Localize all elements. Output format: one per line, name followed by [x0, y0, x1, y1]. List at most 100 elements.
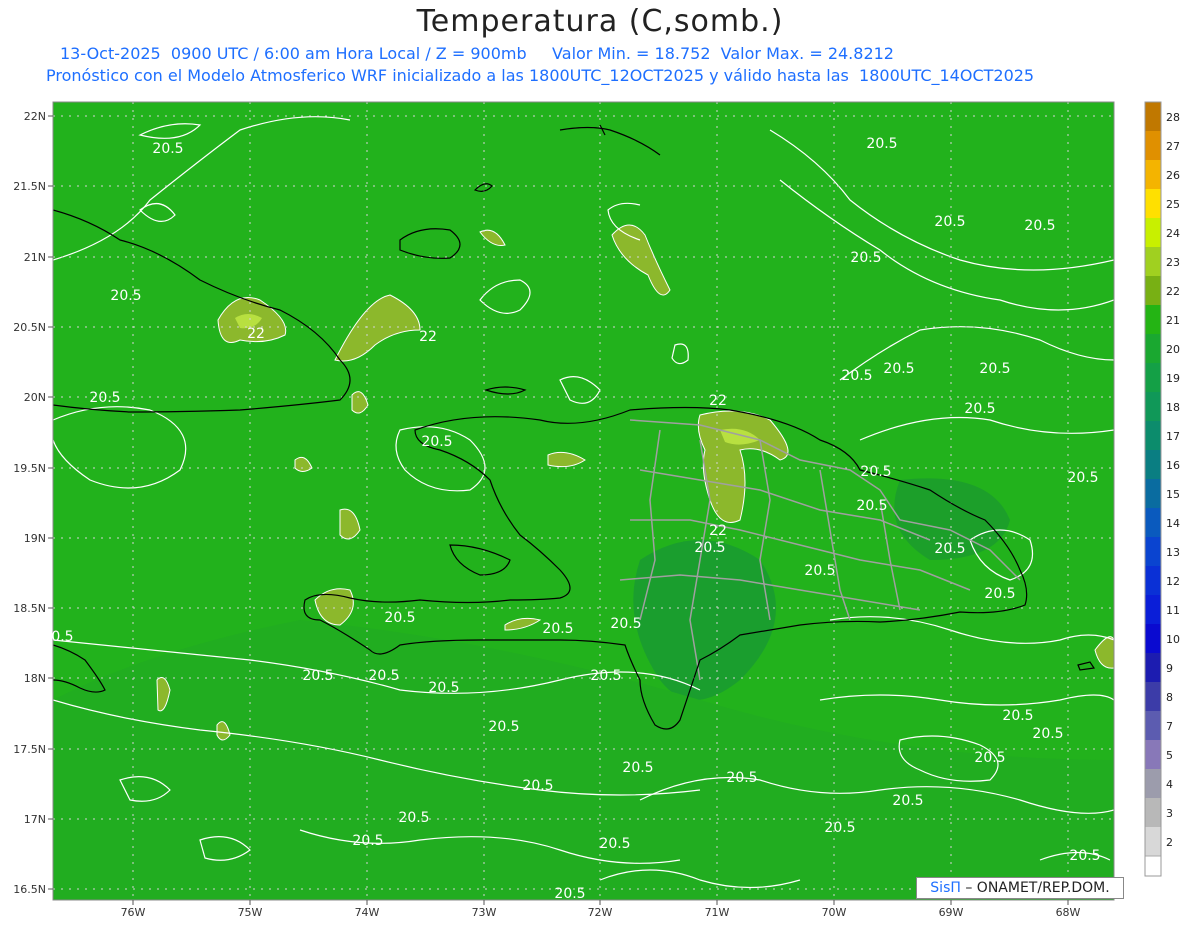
- colorbar-swatch: [1145, 479, 1161, 508]
- contour-label: 20.5: [488, 719, 519, 735]
- longitude-axis: 76W 75W 74W 73W 72W 71W 70W 69W 68W: [121, 900, 1081, 919]
- contour-label: 22: [419, 329, 437, 345]
- colorbar-swatch: [1145, 508, 1161, 537]
- contour-label: 20.5: [610, 616, 641, 632]
- colorbar-swatch: [1144, 855, 1162, 877]
- colorbar-level-label: 15: [1166, 488, 1180, 501]
- contour-label: 20.5: [421, 434, 452, 450]
- lat-tick-label: 17.5N: [13, 743, 46, 756]
- lat-tick-label: 19.5N: [13, 462, 46, 475]
- colorbar-swatch: [1145, 392, 1161, 421]
- credit-text: – ONAMET/REP.DOM.: [960, 880, 1110, 896]
- contour-label: 20.5: [89, 390, 120, 406]
- contour-label: 20.5: [841, 368, 872, 384]
- colorbar-swatch: [1145, 624, 1161, 653]
- colorbar-swatch: [1145, 682, 1161, 711]
- colorbar-swatch: [1145, 305, 1161, 334]
- contour-label: 20.5: [974, 750, 1005, 766]
- lon-tick-label: 72W: [588, 906, 613, 919]
- colorbar-level-label: 7: [1166, 720, 1173, 733]
- contour-label: 20.5: [398, 810, 429, 826]
- colorbar-swatch: [1145, 247, 1161, 276]
- lat-tick-label: 21.5N: [13, 180, 46, 193]
- colorbar-swatch: [1145, 334, 1161, 363]
- colorbar-level-label: 9: [1166, 662, 1173, 675]
- colorbar-level-label: 5: [1166, 749, 1173, 762]
- contour-label: 20.5: [368, 668, 399, 684]
- colorbar-level-label: 8: [1166, 691, 1173, 704]
- colorbar-swatch: [1145, 131, 1161, 160]
- contour-label: 22: [709, 393, 727, 409]
- contour-label: 20.5: [590, 668, 621, 684]
- contour-label: 20.5: [726, 770, 757, 786]
- colorbar-level-label: 19: [1166, 372, 1180, 385]
- contour-label: 20.5: [352, 833, 383, 849]
- colorbar-swatch: [1145, 421, 1161, 450]
- contour-label: 20.5: [934, 541, 965, 557]
- lat-tick-label: 20N: [24, 391, 46, 404]
- colorbar-level-label: 21: [1166, 314, 1180, 327]
- contour-label: 20.5: [542, 621, 573, 637]
- contour-label: 20.5: [883, 361, 914, 377]
- contour-label: 20.5: [694, 540, 725, 556]
- lon-tick-label: 70W: [822, 906, 847, 919]
- colorbar-swatch: [1145, 711, 1161, 740]
- colorbar-level-label: 22: [1166, 285, 1180, 298]
- colorbar-level-label: 10: [1166, 633, 1180, 646]
- colorbar-swatch: [1145, 160, 1161, 189]
- lat-tick-label: 18N: [24, 672, 46, 685]
- contour-label: 20.5: [110, 288, 141, 304]
- colorbar-level-label: 24: [1166, 227, 1180, 240]
- colorbar-level-label: 27: [1166, 140, 1180, 153]
- contour-label: 20.5: [554, 886, 585, 902]
- colorbar-swatch: [1145, 276, 1161, 305]
- colorbar-swatch: [1145, 450, 1161, 479]
- colorbar-swatch: [1145, 740, 1161, 769]
- lon-tick-label: 76W: [121, 906, 146, 919]
- colorbar-swatch: [1145, 218, 1161, 247]
- lat-tick-label: 22N: [24, 110, 46, 123]
- colorbar-level-label: 13: [1166, 546, 1180, 559]
- contour-label: 20.5: [1002, 708, 1033, 724]
- credit-brand: SisΠ: [930, 880, 961, 896]
- colorbar-swatch: [1145, 798, 1161, 827]
- contour-label: 20.5: [934, 214, 965, 230]
- lat-tick-label: 18.5N: [13, 602, 46, 615]
- lon-tick-label: 73W: [472, 906, 497, 919]
- colorbar-level-label: 23: [1166, 256, 1180, 269]
- colorbar-swatch: [1145, 537, 1161, 566]
- contour-label: 20.5: [599, 836, 630, 852]
- contour-label: 20.5: [984, 586, 1015, 602]
- colorbar-swatch: [1145, 363, 1161, 392]
- colorbar-level-label: 11: [1166, 604, 1180, 617]
- colorbar-level-label: 4: [1166, 778, 1173, 791]
- colorbar-level-label: 28: [1166, 111, 1180, 124]
- lon-tick-label: 69W: [939, 906, 964, 919]
- lon-tick-label: 68W: [1056, 906, 1081, 919]
- contour-label: 20.5: [522, 778, 553, 794]
- colorbar-level-label: 20: [1166, 343, 1180, 356]
- colorbar-level-label: 17: [1166, 430, 1180, 443]
- lon-tick-label: 75W: [238, 906, 263, 919]
- contour-label: 20.5: [892, 793, 923, 809]
- colorbar-level-label: 16: [1166, 459, 1180, 472]
- colorbar-level-label: 3: [1166, 807, 1173, 820]
- latitude-axis: 22N 21.5N 21N 20.5N 20N 19.5N 19N 18.5N 18N 17.5N…: [13, 110, 53, 896]
- lat-tick-label: 17N: [24, 813, 46, 826]
- lat-tick-label: 19N: [24, 532, 46, 545]
- colorbar-swatch: [1145, 189, 1161, 218]
- contour-label: 20.5: [622, 760, 653, 776]
- contour-label: 22: [247, 326, 265, 342]
- contour-label: 20.5: [979, 361, 1010, 377]
- contour-label: 20.5: [860, 464, 891, 480]
- contour-label: 20.5: [850, 250, 881, 266]
- colorbar-swatch: [1145, 102, 1161, 131]
- contour-label: 20.5: [824, 820, 855, 836]
- colorbar-level-label: 26: [1166, 169, 1180, 182]
- credit-box: SisΠ – ONAMET/REP.DOM.: [916, 877, 1124, 899]
- lon-tick-label: 71W: [705, 906, 730, 919]
- lat-tick-label: 20.5N: [13, 321, 46, 334]
- colorbar-swatch: [1145, 566, 1161, 595]
- contour-label: 20.5: [1032, 726, 1063, 742]
- contour-label: 20.5: [964, 401, 995, 417]
